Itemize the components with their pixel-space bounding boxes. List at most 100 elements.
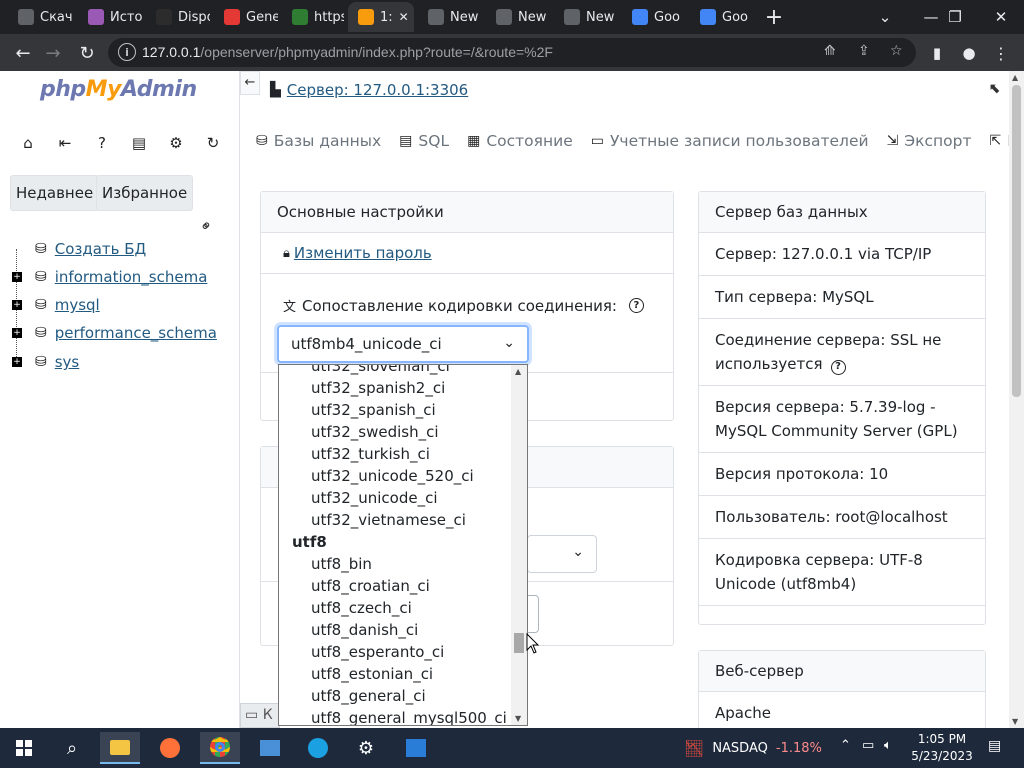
database-link[interactable]: performance_schema [55, 324, 217, 342]
menu-item[interactable]: ▭ Учетные записи пользователей [591, 129, 869, 153]
url-text[interactable]: 127.0.0.1/openserver/phpmyadmin/index.ph… [142, 44, 553, 60]
browser-tab[interactable]: Goo [690, 2, 754, 32]
menu-item[interactable]: ⇲ Экспорт [887, 129, 972, 153]
browser-tab[interactable]: New [486, 2, 550, 32]
menu-item[interactable]: ▦ Состояние [467, 129, 573, 153]
phpmyadmin-logo[interactable]: phpMyAdmin [40, 77, 197, 102]
browser-tab[interactable]: Dispo [146, 2, 210, 32]
collation-option[interactable]: utf8_croatian_ci [279, 575, 511, 597]
help-icon[interactable]: ? [92, 133, 112, 153]
windows-start-icon[interactable] [4, 732, 44, 764]
database-link[interactable]: mysql [55, 296, 100, 314]
browser-tab[interactable]: 1: ✕ [348, 2, 414, 32]
collation-option[interactable]: utf32_unicode_ci [279, 487, 511, 509]
collation-option[interactable]: utf32_unicode_520_ci [279, 465, 511, 487]
home-icon[interactable]: ⌂ [18, 133, 38, 153]
collation-option[interactable]: utf8_esperanto_ci [279, 641, 511, 663]
share-icon[interactable]: ⇪ [858, 43, 870, 59]
browser-tab[interactable]: Исто [78, 2, 142, 32]
chrome-taskbar-icon[interactable] [200, 732, 240, 764]
tab-recent[interactable]: Недавнее [10, 175, 100, 211]
collation-option[interactable]: utf8_general_mysql500_ci [279, 707, 511, 725]
translate-icon[interactable]: ⟰ [824, 43, 836, 59]
menu-item[interactable]: ▤ SQL [399, 129, 449, 153]
logout-icon[interactable]: ⇤ [55, 133, 75, 153]
site-info-icon[interactable]: i [118, 43, 136, 61]
database-link[interactable]: Создать БД [55, 240, 147, 258]
remote-app-icon[interactable] [396, 732, 436, 764]
collation-option[interactable]: utf32_vietnamese_ci [279, 509, 511, 531]
collation-option[interactable]: utf32_slovenian_ci [279, 365, 511, 377]
side-panel-icon[interactable]: ▮ [922, 38, 952, 68]
expand-icon[interactable]: + [12, 300, 22, 310]
scroll-down-icon[interactable]: ▼ [1012, 717, 1018, 726]
menu-kebab-icon[interactable]: ⋮ [986, 38, 1016, 68]
notifications-icon[interactable]: ▤ [988, 738, 1001, 754]
refresh-icon[interactable]: ↻ [203, 133, 223, 153]
dropdown-scrollbar[interactable]: ▲ ▼ [511, 365, 527, 725]
close-window-icon[interactable]: ✕ [978, 0, 1024, 34]
scroll-down-icon[interactable]: ▼ [515, 714, 521, 723]
search-icon[interactable]: ⌕ [52, 732, 92, 764]
server-breadcrumb-link[interactable]: Сервер: 127.0.0.1:3306 [287, 81, 468, 99]
browser-tab[interactable]: Goo [622, 2, 686, 32]
new-tab-button[interactable]: + [754, 2, 794, 32]
reload-icon[interactable]: ↻ [72, 38, 102, 68]
link-icon[interactable]: ⚭ [195, 215, 217, 237]
firefox-icon[interactable] [150, 732, 190, 764]
tab-favorites[interactable]: Избранное [96, 175, 194, 211]
collation-option[interactable]: utf8_bin [279, 553, 511, 575]
stock-ticker[interactable]: 📉︎ NASDAQ -1.18% [684, 728, 822, 768]
collation-option[interactable]: utf32_spanish_ci [279, 399, 511, 421]
profile-icon[interactable]: ● [954, 38, 984, 68]
change-password-link[interactable]: Изменить пароль [294, 244, 432, 262]
forward-icon[interactable]: → [38, 38, 68, 68]
browser-tab[interactable]: https [282, 2, 344, 32]
collation-dropdown-list[interactable]: utf32_slovenian_ci utf32_spanish2_ci utf32… [278, 364, 528, 726]
theme-select[interactable]: ⌄ [527, 535, 597, 573]
close-tab-icon[interactable]: ✕ [399, 10, 409, 24]
collation-option[interactable]: utf8_czech_ci [279, 597, 511, 619]
collation-option[interactable]: utf32_spanish2_ci [279, 377, 511, 399]
settings-gear-icon[interactable]: ⚙ [166, 133, 186, 153]
collation-option[interactable]: utf8_estonian_ci [279, 663, 511, 685]
collation-option[interactable]: utf32_swedish_ci [279, 421, 511, 443]
scroll-up-icon[interactable]: ▲ [1012, 73, 1018, 82]
menu-item[interactable]: ⛁ Базы данных [256, 129, 381, 153]
browser-tab[interactable]: Gene [214, 2, 278, 32]
tab-search-icon[interactable]: ⌄ [862, 0, 908, 34]
close-icon[interactable]: ⬉ [989, 81, 1001, 97]
bookmark-star-icon[interactable]: ☆ [890, 43, 903, 59]
browser-tab[interactable]: New [418, 2, 482, 32]
help-circle-icon[interactable]: ? [628, 298, 644, 313]
collation-option[interactable]: utf8_danish_ci [279, 619, 511, 641]
system-clock[interactable]: 1:05 PM 5/23/2023 [902, 731, 982, 765]
page-scroll-thumb[interactable] [1012, 85, 1021, 397]
expand-icon[interactable]: + [12, 328, 22, 338]
settings-icon[interactable]: ⚙ [346, 732, 386, 764]
collation-select[interactable]: utf8mb4_unicode_ci ⌄ [277, 325, 529, 363]
console-toggle[interactable]: ▭ К [240, 703, 280, 728]
file-explorer-icon[interactable] [100, 732, 140, 764]
browser-tab[interactable]: New [554, 2, 618, 32]
app-icon[interactable] [250, 732, 290, 764]
scroll-up-icon[interactable]: ▲ [515, 367, 521, 376]
address-bar[interactable]: i 127.0.0.1/openserver/phpmyadmin/index.… [108, 38, 916, 67]
network-icon[interactable]: ▭ [862, 738, 874, 753]
back-icon[interactable]: ← [8, 38, 38, 68]
docs-icon[interactable]: ▤ [129, 133, 149, 153]
dropdown-scroll-thumb[interactable] [514, 633, 524, 653]
database-link[interactable]: information_schema [55, 268, 208, 286]
page-scrollbar[interactable]: ▲ ▼ [1009, 71, 1024, 728]
help-circle-icon[interactable]: ? [830, 359, 846, 375]
show-hidden-icons[interactable]: ⌃ [840, 738, 851, 753]
expand-icon[interactable]: + [12, 272, 22, 282]
collation-option[interactable]: utf32_turkish_ci [279, 443, 511, 465]
expand-icon[interactable]: + [12, 357, 22, 367]
volume-icon[interactable]: 🔈︎ [884, 738, 892, 753]
browser-tab[interactable]: Скач [8, 2, 74, 32]
database-link[interactable]: sys [55, 353, 80, 371]
edge-icon[interactable] [298, 732, 338, 764]
collapse-sidebar-icon[interactable]: ← [240, 71, 260, 95]
restore-icon[interactable]: ❐ [932, 0, 978, 34]
